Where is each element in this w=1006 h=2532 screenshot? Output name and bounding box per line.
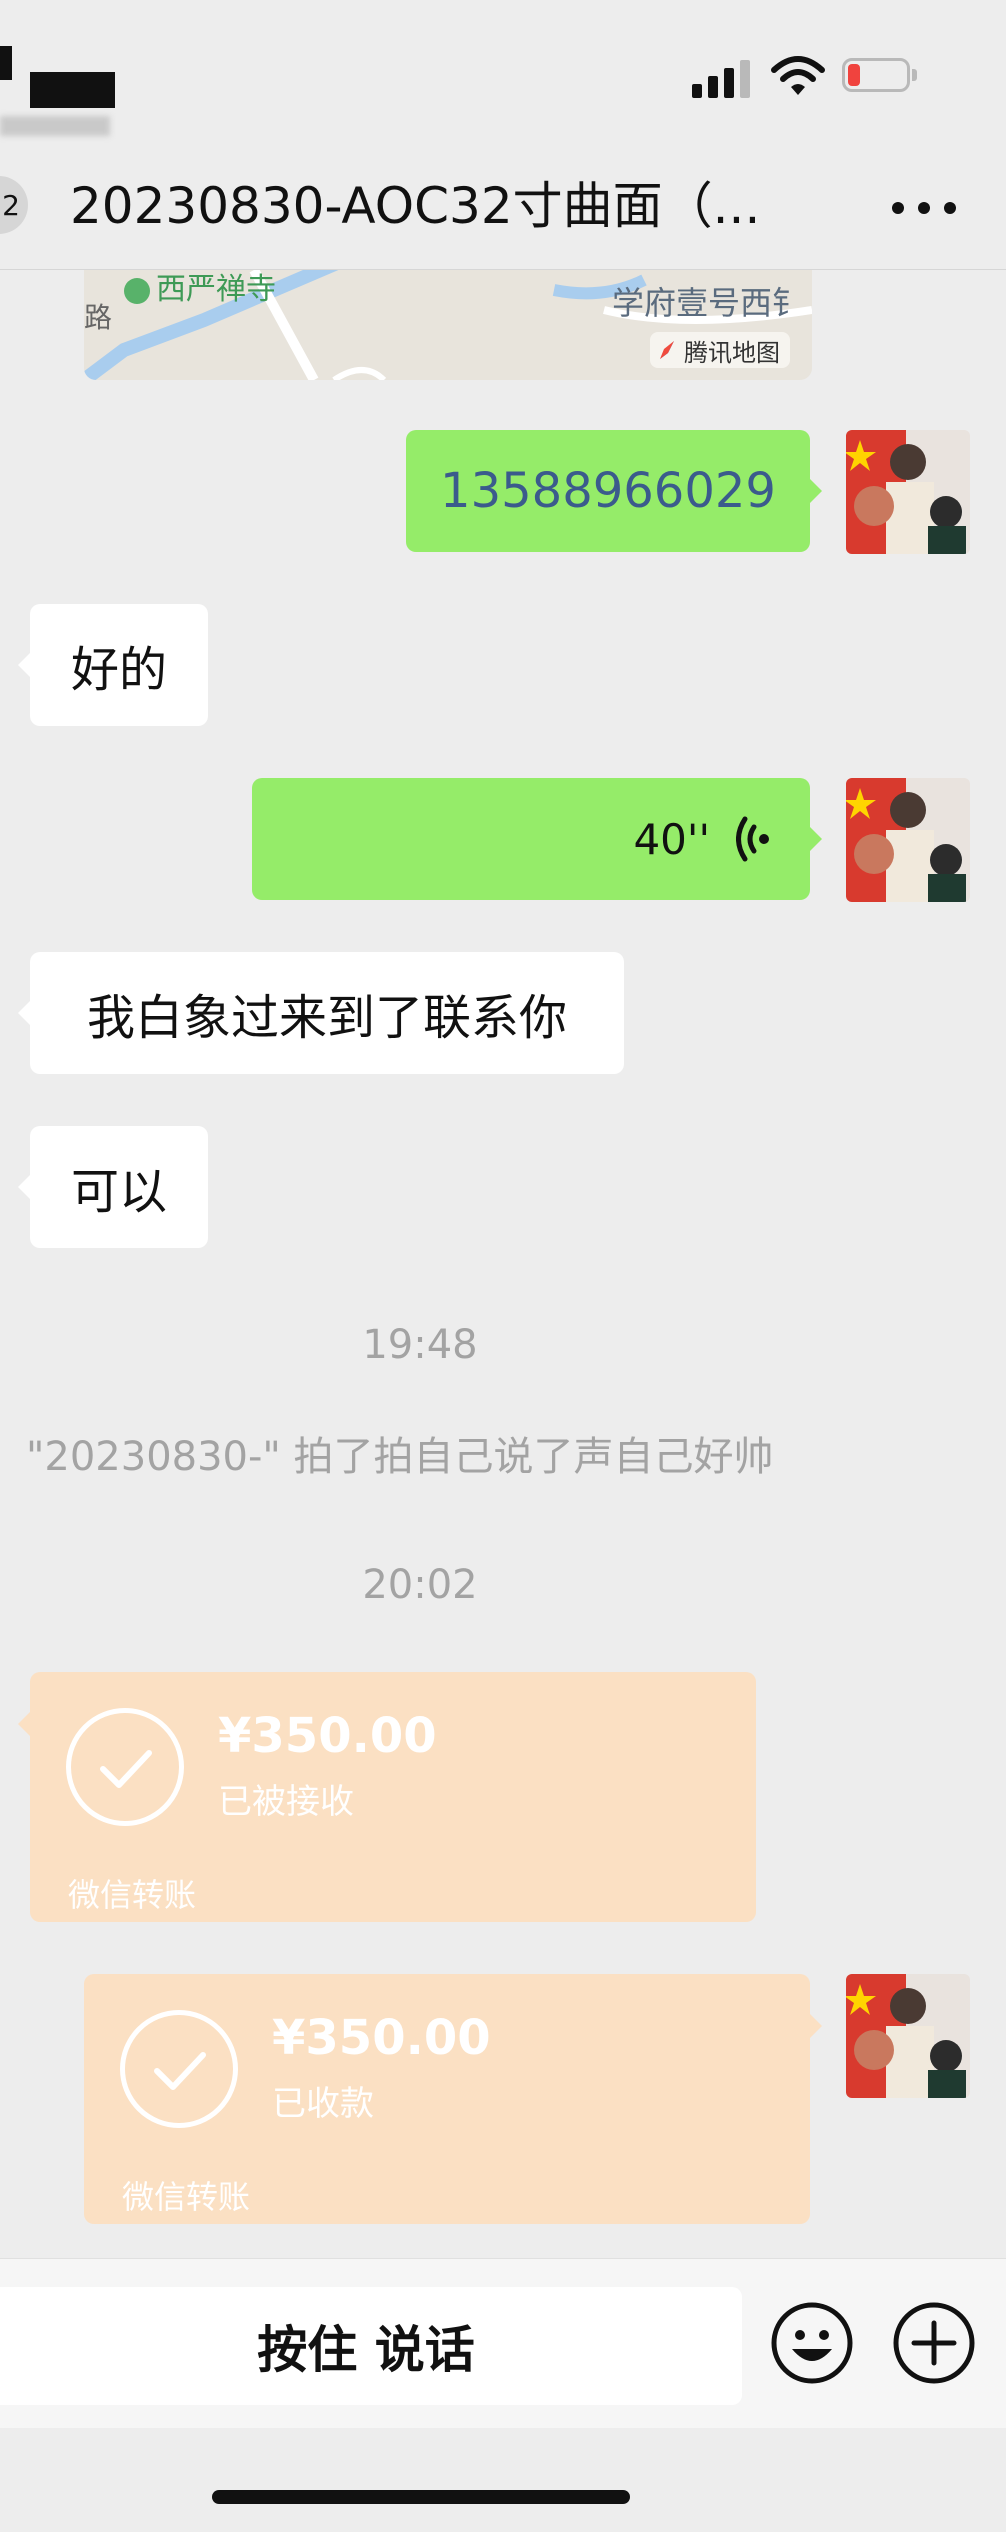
map-place-label: 学府壹号西钅 bbox=[612, 284, 805, 322]
message-bubble-incoming[interactable]: 可以 bbox=[18, 1126, 208, 1248]
avatar[interactable] bbox=[846, 778, 970, 902]
message-text: 好的 bbox=[70, 642, 167, 698]
map-place-label: 西严禅寺 bbox=[124, 270, 276, 308]
voice-wave-icon bbox=[736, 816, 769, 862]
timestamp: 20:02 bbox=[362, 1562, 478, 1608]
avatar[interactable] bbox=[846, 1974, 970, 2098]
location-map-card[interactable]: 西严禅寺 路 学府壹号西钅 腾讯地图 bbox=[84, 270, 812, 380]
transfer-card-incoming[interactable]: ¥350.00 已被接收 微信转账 bbox=[18, 1672, 756, 1922]
avatar[interactable] bbox=[846, 430, 970, 554]
message-bubble-incoming[interactable]: 我白象过来到了联系你 bbox=[18, 952, 624, 1074]
check-circle-icon bbox=[120, 2010, 238, 2128]
transfer-amount: ¥350.00 bbox=[272, 2010, 491, 2066]
check-circle-icon bbox=[66, 1708, 184, 1826]
back-button-unread-badge[interactable]: 2 bbox=[0, 176, 28, 234]
transfer-footer: 微信转账 bbox=[68, 1876, 197, 1914]
transfer-amount: ¥350.00 bbox=[218, 1708, 437, 1764]
message-bubble-incoming[interactable]: 好的 bbox=[18, 604, 208, 726]
message-bubble-outgoing[interactable]: 13588966029 bbox=[406, 430, 822, 552]
pat-notice: "20230830-" 拍了拍自己说了声自己好帅 bbox=[26, 1434, 774, 1480]
map-provider-badge: 腾讯地图 bbox=[650, 332, 790, 368]
phone-number-link[interactable]: 13588966029 bbox=[440, 463, 776, 519]
chat-title: 20230830-AOC32寸曲面（... bbox=[70, 177, 761, 235]
message-text: 我白象过来到了联系你 bbox=[86, 990, 567, 1046]
message-text: 可以 bbox=[70, 1164, 167, 1220]
timestamp: 19:48 bbox=[362, 1322, 478, 1368]
status-bar bbox=[0, 0, 1006, 150]
transfer-status: 已被接收 bbox=[218, 1782, 354, 1822]
voice-duration: 40'' bbox=[633, 814, 710, 864]
battery-icon bbox=[842, 58, 918, 96]
hold-to-talk-button[interactable]: 按住 说话 bbox=[0, 2287, 742, 2405]
map-road-label: 路 bbox=[84, 301, 113, 334]
status-time-redacted bbox=[0, 28, 120, 136]
chat-header: 2 20230830-AOC32寸曲面（... bbox=[0, 150, 1006, 270]
transfer-footer: 微信转账 bbox=[122, 2178, 251, 2216]
cellular-signal-icon bbox=[692, 58, 750, 98]
transfer-card-outgoing[interactable]: ¥350.00 已收款 微信转账 bbox=[84, 1974, 822, 2224]
more-options-icon[interactable] bbox=[892, 178, 956, 238]
transfer-status: 已收款 bbox=[272, 2084, 374, 2124]
input-bar: 按住 说话 bbox=[0, 2258, 1006, 2428]
emoji-icon[interactable] bbox=[770, 2301, 854, 2385]
voice-message-bubble[interactable]: 40'' bbox=[252, 778, 822, 900]
tencent-map-logo-icon bbox=[660, 341, 674, 359]
home-indicator[interactable] bbox=[212, 2490, 630, 2504]
plus-icon[interactable] bbox=[892, 2301, 976, 2385]
wifi-icon bbox=[771, 56, 825, 95]
